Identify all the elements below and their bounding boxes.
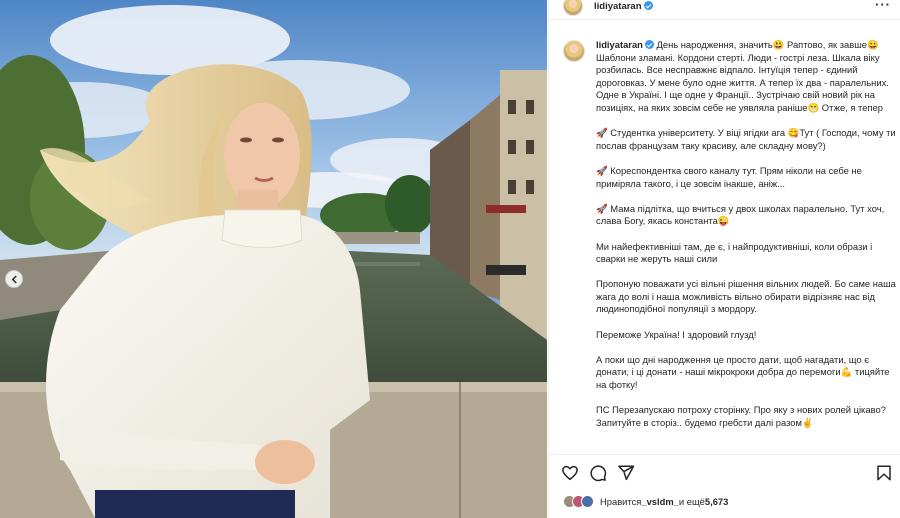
likes-prefix: Нравится — [600, 495, 642, 507]
post-photo[interactable] — [0, 0, 547, 518]
caption-paragraph: ПС Перезапускаю потроху сторінку. Про як… — [596, 404, 889, 428]
author-username[interactable]: lidiyataran — [594, 1, 653, 12]
verified-badge-icon — [643, 1, 653, 10]
action-bar — [549, 460, 900, 486]
caption-paragraph: А поки що дні народження це просто дати,… — [596, 353, 893, 391]
caption-paragraph: lidiyataran День народження, значить😃 Ра… — [596, 39, 896, 115]
more-options-button[interactable]: ··· — [875, 0, 891, 11]
avatar — [581, 494, 594, 508]
photo-illustration — [0, 0, 547, 518]
post-header: lidiyataran ··· — [549, 0, 900, 17]
caption-username-text[interactable]: lidiyataran — [596, 39, 643, 50]
caption-paragraph: Переможе Україна! І здоровий глузд! — [596, 328, 757, 340]
verified-badge-icon — [644, 40, 654, 49]
likes-suffix: и ещё — [678, 495, 705, 507]
caption-username[interactable]: lidiyataran — [596, 39, 654, 50]
caption-area[interactable]: lidiyataran День народження, значить😃 Ра… — [549, 30, 900, 453]
carousel-prev-button[interactable] — [5, 270, 23, 288]
share-icon — [618, 465, 635, 481]
post-side-panel: lidiyataran ··· lidiyataran День народже… — [548, 0, 900, 518]
heart-icon — [562, 465, 578, 481]
header-divider — [549, 19, 900, 20]
carousel-prev-icon — [11, 275, 17, 283]
caption-paragraph: Ми найефективніші там, де є, і найпродук… — [596, 240, 875, 265]
caption-paragraph: 🚀 Кореспондентка свого каналу тут. Прям … — [596, 164, 865, 189]
caption-paragraph: 🚀 Мама підлітка, що вчиться у двох школа… — [596, 202, 887, 227]
actions-divider — [549, 454, 900, 455]
share-button[interactable] — [617, 464, 635, 482]
author-username-text[interactable]: lidiyataran — [594, 1, 642, 12]
comment-icon — [590, 465, 607, 482]
caption-paragraph: Пропоную поважати усі вільні рішення віл… — [596, 278, 899, 315]
likes-count[interactable]: 5,673 — [705, 496, 728, 507]
caption-paragraph: 🚀 Студентка університету. У віці ягідки … — [596, 127, 899, 151]
save-button[interactable] — [875, 464, 893, 482]
comment-button[interactable] — [589, 464, 607, 482]
likes-summary[interactable]: Нравится _vsldm_ и ещё 5,673 — [563, 493, 728, 509]
like-button[interactable] — [561, 464, 579, 482]
caption-text: lidiyataran День народження, значить😃 Ра… — [596, 39, 896, 442]
liker-avatars — [563, 494, 594, 508]
liker-username[interactable]: _vsldm_ — [641, 496, 679, 507]
caption-avatar[interactable] — [563, 40, 585, 62]
bookmark-icon — [877, 465, 891, 481]
avatar[interactable] — [563, 0, 583, 16]
caption-paragraph-text: День народження, значить😃 Раптово, як за… — [596, 39, 892, 113]
